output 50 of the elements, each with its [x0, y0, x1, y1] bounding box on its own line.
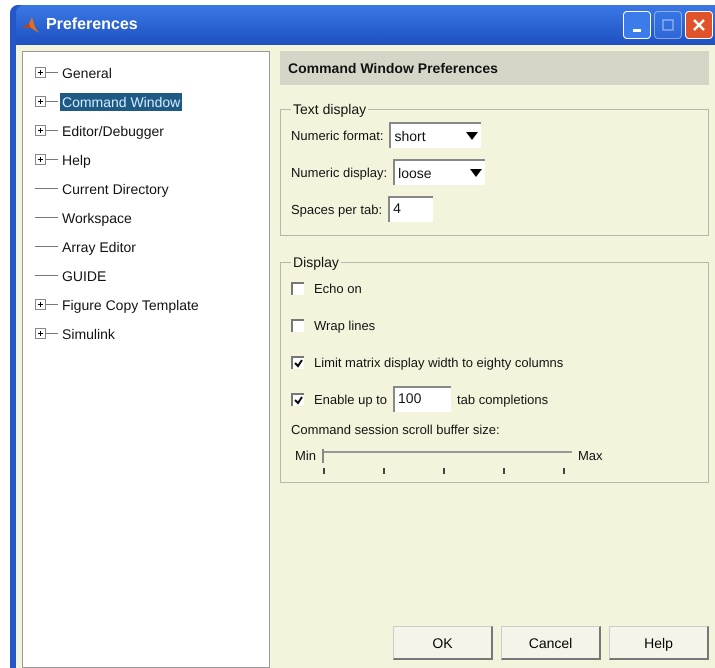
tree-item[interactable]: Editor/Debugger — [60, 122, 166, 140]
input-field[interactable]: 4 — [388, 196, 434, 222]
tree-item[interactable]: GUIDE — [60, 266, 108, 284]
option-label: Limit matrix display width to eighty columns — [314, 354, 564, 370]
slider-label: Command session scroll buffer size: — [291, 422, 501, 437]
dialog-button[interactable]: Cancel — [501, 626, 601, 660]
tree-item[interactable]: Figure Copy Template — [60, 296, 201, 314]
minimize-button[interactable] — [623, 11, 651, 39]
option-label: tab completions — [457, 392, 548, 406]
logo-icon — [20, 15, 40, 35]
option-label: Enable up to — [314, 392, 388, 406]
checkbox[interactable] — [291, 282, 304, 294]
tree-item[interactable]: Array Editor — [60, 238, 138, 256]
tree-item[interactable]: Command Window — [60, 92, 182, 110]
panel-title: Command Window Preferences — [280, 51, 709, 85]
slider-label: Max — [578, 448, 603, 463]
caret-icon — [466, 132, 478, 140]
option-label: Wrap lines — [314, 318, 376, 332]
close-button[interactable] — [685, 11, 713, 39]
expand-icon[interactable] — [35, 299, 46, 310]
tree-item[interactable]: Workspace — [60, 208, 134, 226]
expand-icon[interactable] — [35, 328, 46, 339]
tree-item[interactable]: Current Directory — [60, 180, 171, 198]
expand-icon[interactable] — [35, 154, 46, 165]
field-label: Numeric display: — [291, 164, 388, 180]
expand-icon[interactable] — [35, 67, 46, 78]
maximize-icon — [662, 19, 674, 31]
dropdown[interactable]: loose — [393, 159, 486, 185]
expand-icon[interactable] — [35, 96, 46, 107]
tree-item[interactable]: Simulink — [60, 324, 117, 342]
tree-item[interactable]: General — [60, 64, 114, 82]
dialog-button[interactable]: Help — [609, 626, 709, 660]
input-field[interactable]: 100 — [393, 386, 452, 412]
checkbox[interactable] — [291, 356, 304, 368]
caret-icon — [470, 169, 482, 177]
window-title: Preferences — [46, 16, 138, 34]
group-title: Display — [292, 254, 340, 270]
minimize-icon — [633, 28, 641, 32]
tree-item[interactable]: Help — [60, 150, 93, 168]
group-title: Text display — [292, 101, 368, 117]
dialog-button[interactable]: OK — [393, 626, 493, 660]
field-label: Spaces per tab: — [291, 202, 382, 216]
dropdown[interactable]: short — [389, 122, 482, 148]
slider-label: Min — [295, 448, 316, 463]
checkbox[interactable] — [291, 318, 304, 332]
close-icon — [692, 18, 706, 32]
field-label: Numeric format: — [291, 128, 384, 142]
checkbox[interactable] — [291, 392, 304, 406]
expand-icon[interactable] — [35, 125, 46, 136]
option-label: Echo on — [314, 280, 362, 296]
